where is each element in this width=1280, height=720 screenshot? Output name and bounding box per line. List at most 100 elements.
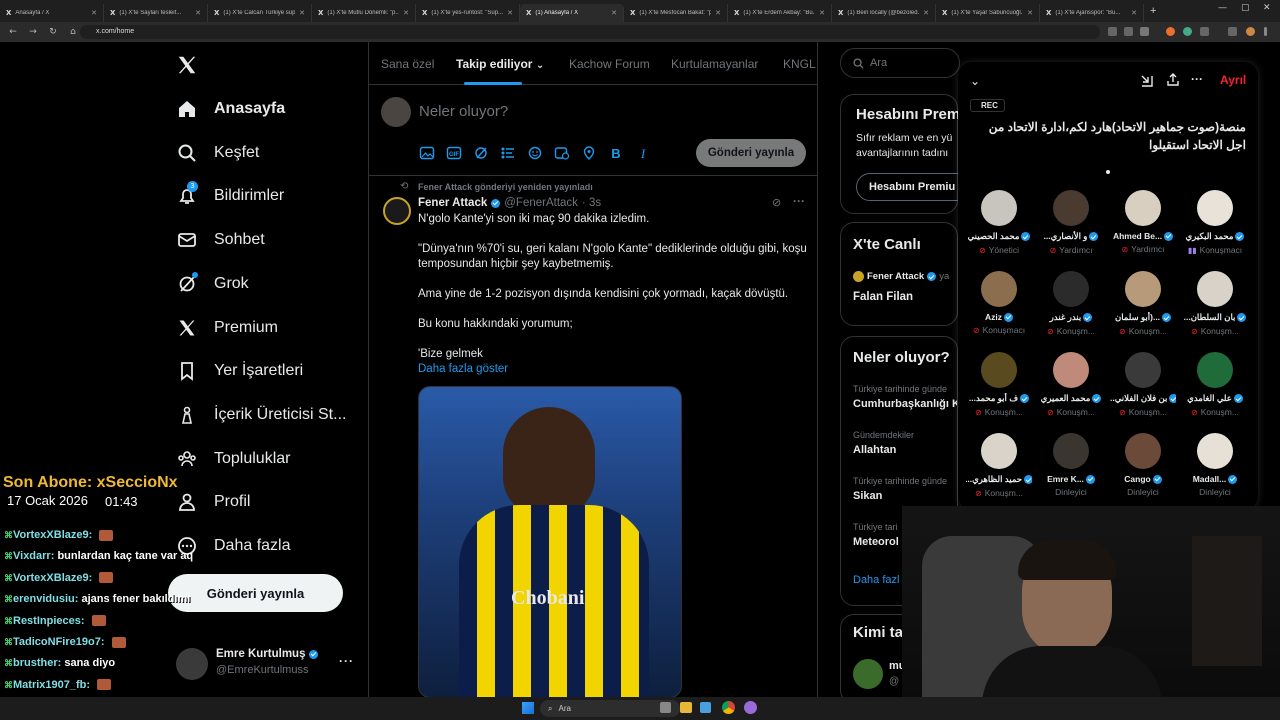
nav-item-mail[interactable]: Sohbet (176, 225, 265, 255)
emoji-icon[interactable] (527, 146, 543, 160)
tab-close-icon[interactable]: ✕ (1131, 9, 1137, 17)
minimize-space-icon[interactable] (1140, 74, 1154, 88)
x-logo-icon[interactable] (176, 54, 198, 76)
space-speaker[interactable]: Cango Dinleyici (1110, 433, 1176, 497)
space-speaker[interactable]: Emre K... Dinleyici (1038, 433, 1104, 497)
tab-close-icon[interactable]: ✕ (299, 9, 305, 17)
tab-close-icon[interactable]: ✕ (819, 9, 825, 17)
space-speaker[interactable]: ...حميد الظاهري ⊘Konuşm... (966, 433, 1032, 498)
download-icon[interactable] (1228, 27, 1237, 36)
grok-icon[interactable]: ⊘ (772, 196, 781, 209)
nav-item-more[interactable]: Daha fazla (176, 531, 291, 561)
space-speaker[interactable]: Ahmed Be... ⊘ Yardımcı (1110, 190, 1176, 254)
tweet-handle[interactable]: @FenerAttack (504, 197, 578, 209)
back-icon[interactable]: ← (6, 27, 20, 37)
space-more-icon[interactable]: ··· (1191, 72, 1203, 86)
avatar[interactable] (1246, 27, 1255, 36)
nav-item-search[interactable]: Keşfet (176, 138, 259, 168)
schedule-icon[interactable] (554, 146, 570, 160)
space-speaker[interactable]: محمد العميري ⊘ Konuşm... (1038, 352, 1104, 417)
space-speaker[interactable]: ...ف أبو محمد ⊘ Konuşm... (966, 352, 1032, 417)
tab-close-icon[interactable]: ✕ (923, 9, 929, 17)
avatar[interactable] (383, 197, 411, 225)
tab-close-icon[interactable]: ✕ (91, 9, 97, 17)
windows-start-icon[interactable] (522, 702, 534, 714)
feed-tab[interactable]: Kurtulamayanlar (671, 57, 758, 71)
space-speaker[interactable]: أبو سلمان)... ⊘ Konuşm... (1110, 271, 1176, 336)
tweet-more-icon[interactable]: ··· (793, 194, 805, 208)
taskbar-search-input[interactable]: Ara (558, 704, 570, 713)
url-field[interactable]: x.com/home (80, 25, 1100, 39)
account-more-icon[interactable]: ··· (339, 654, 354, 668)
image-icon[interactable] (419, 146, 435, 160)
nav-item-bell[interactable]: 3 Bildirimler (176, 181, 284, 211)
compose-post-button[interactable]: Gönderi yayınla (696, 139, 806, 167)
star-icon[interactable] (1140, 27, 1149, 36)
grok-icon[interactable] (473, 146, 489, 160)
space-speaker[interactable]: محمد البكيري ▮▮ Konuşmacı (1182, 190, 1248, 255)
browser-tab[interactable]: X (1) X'te Mutlu Dönemli: "p... ✕ (312, 4, 416, 22)
collapse-icon[interactable]: ⌄ (970, 74, 980, 88)
extension-icon[interactable] (1124, 27, 1133, 36)
bold-icon[interactable]: B (608, 146, 624, 160)
space-speaker[interactable]: Madall... Dinleyici (1182, 433, 1248, 497)
nav-item-profile[interactable]: Profil (176, 487, 250, 517)
trend-name[interactable]: Allahtan (853, 444, 957, 456)
location-icon[interactable] (581, 146, 597, 160)
nav-item-x[interactable]: Premium (176, 313, 278, 343)
forward-icon[interactable]: → (26, 27, 40, 37)
tab-close-icon[interactable]: ✕ (507, 9, 513, 17)
close-window-icon[interactable]: ✕ (1263, 3, 1271, 13)
tweet-author[interactable]: Fener Attack (418, 197, 487, 209)
browser-tab[interactable]: X (1) X'te Ajansspor: "Bu... ✕ (1040, 4, 1144, 22)
space-speaker[interactable]: ...بان السلطان ⊘ Konuşm... (1182, 271, 1248, 336)
app-icon[interactable] (700, 702, 711, 713)
tweet-image[interactable]: Chobani (418, 386, 682, 698)
tab-close-icon[interactable]: ✕ (195, 9, 201, 17)
browser-tab[interactable]: X (1) Bein locally (@bezoled... ✕ (832, 4, 936, 22)
reload-icon[interactable]: ↻ (46, 27, 60, 37)
compose-input[interactable]: Neler oluyor? (419, 103, 508, 120)
file-explorer-icon[interactable] (680, 702, 692, 713)
browser-tab[interactable]: X (1) X'te Calcan Türkiye sup... ✕ (208, 4, 312, 22)
tab-close-icon[interactable]: ✕ (1027, 9, 1033, 17)
live-host[interactable]: Fener Attack ya (853, 271, 949, 282)
browser-tab[interactable]: X (1) X'te Yaşar Sabuncuoğl... ✕ (936, 4, 1040, 22)
space-speaker[interactable]: ...بن فلان الفلاني ⊘Konuşm... (1110, 352, 1176, 417)
leave-button[interactable]: Ayrıl (1220, 73, 1246, 87)
browser-tab[interactable]: X (1) X'te Sayları tesleif... ✕ (104, 4, 208, 22)
search-box[interactable]: Ara (840, 48, 960, 78)
browser-tab[interactable]: X (1) Anasayfa / X ✕ (520, 4, 624, 22)
feed-tab[interactable]: Sana özel (381, 57, 434, 71)
post-button[interactable]: Gönderi yayınla (168, 574, 343, 612)
home-browser-icon[interactable]: ⌂ (66, 27, 80, 37)
space-speaker[interactable]: ...و الأنصاري ⊘ Yardımcı (1038, 190, 1104, 255)
extension-icon[interactable] (1166, 27, 1175, 36)
account-name-row[interactable]: Emre Kurtulmuş (216, 648, 319, 660)
trend-name[interactable]: Sikan (853, 490, 957, 502)
extension-icon[interactable] (1108, 27, 1117, 36)
extension-icon[interactable] (1183, 27, 1192, 36)
space-speaker[interactable]: بندر غندر ⊘ Konuşm... (1038, 271, 1104, 336)
trend-name[interactable]: Cumhurbaşkanlığı K (853, 398, 957, 410)
space-speaker[interactable]: علي الغامدي ⊘ Konuşm... (1182, 352, 1248, 417)
poll-icon[interactable] (500, 146, 516, 160)
premium-button[interactable]: Hesabını Premiu (856, 173, 971, 201)
extension-icon[interactable] (1200, 27, 1209, 36)
tab-close-icon[interactable]: ✕ (403, 9, 409, 17)
avatar[interactable] (853, 659, 883, 689)
new-tab-icon[interactable]: + (1150, 5, 1156, 17)
feed-tab[interactable]: Kachow Forum (569, 57, 650, 71)
tab-close-icon[interactable]: ✕ (715, 9, 721, 17)
nav-item-grok[interactable]: Grok (176, 269, 249, 299)
space-speaker[interactable]: محمد الحصيني ⊘ Yönetici (966, 190, 1032, 255)
italic-icon[interactable]: I (635, 146, 651, 160)
show-more-link[interactable]: Daha fazla göster (418, 362, 813, 377)
browser-tab[interactable]: X (1) X'te yes-runtost: "Süp... ✕ (416, 4, 520, 22)
search-input[interactable]: Ara (870, 57, 887, 69)
taskbar-search[interactable]: ⌕ Ara (540, 700, 680, 717)
trends-show-more[interactable]: Daha fazl (853, 574, 899, 586)
nav-item-bookmark[interactable]: Yer İşaretleri (176, 356, 303, 386)
live-topic[interactable]: Falan Filan (853, 291, 913, 303)
nav-item-creator[interactable]: İçerik Üreticisi St... (176, 400, 346, 430)
